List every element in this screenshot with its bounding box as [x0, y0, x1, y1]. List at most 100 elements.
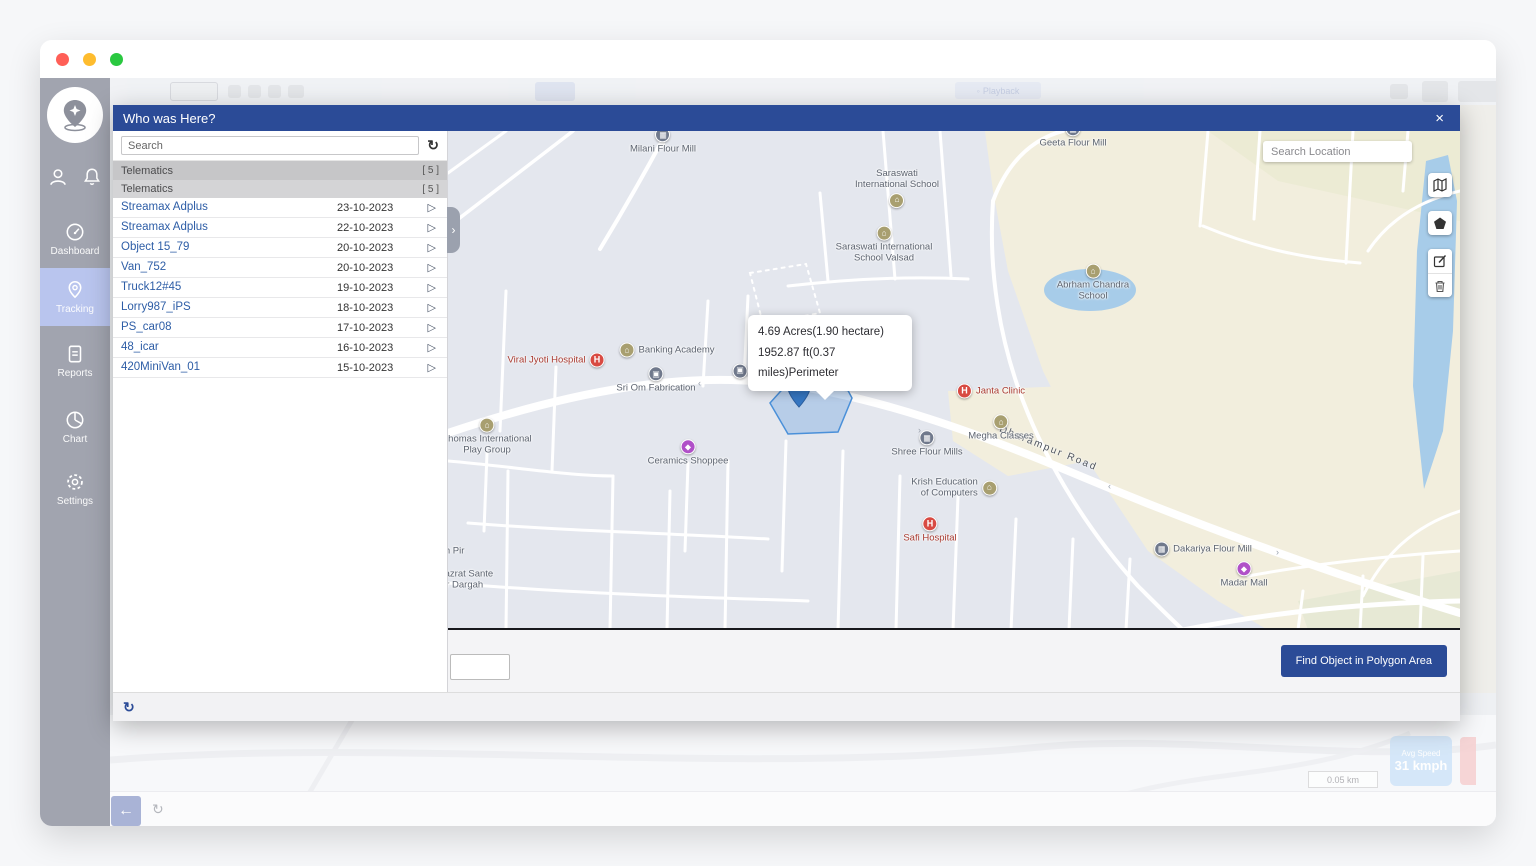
map-tools — [1428, 173, 1452, 297]
school-marker-icon: ⌂ — [480, 418, 495, 433]
gear-icon — [64, 471, 86, 493]
play-icon[interactable]: ▷ — [428, 261, 436, 274]
find-object-button[interactable]: Find Object in Polygon Area — [1281, 645, 1447, 677]
bell-icon[interactable] — [81, 166, 103, 188]
ghost-toolbar-button — [535, 82, 575, 101]
group-header[interactable]: Telematics [ 5 ] — [113, 161, 447, 180]
panel-collapse-handle[interactable]: › — [447, 207, 460, 253]
vehicle-row[interactable]: 420MiniVan_01 15-10-2023 ▷ — [113, 358, 447, 378]
ghost-toolbar-icon — [1458, 81, 1496, 102]
vehicle-date: 19-10-2023 — [337, 282, 393, 294]
tooltip-area-line: 4.69 Acres(1.90 hectare) — [758, 322, 902, 343]
map-layers-button[interactable] — [1428, 173, 1452, 197]
close-icon[interactable]: × — [1429, 111, 1450, 126]
map-search-input[interactable] — [1263, 141, 1412, 162]
sidebar-item-tracking[interactable]: Tracking — [40, 268, 110, 326]
map-poi: ⌂Saraswati International School — [855, 168, 939, 208]
vehicle-row[interactable]: PS_car08 17-10-2023 ▷ — [113, 318, 447, 338]
school-marker-icon: ⌂ — [876, 226, 891, 241]
poi-label: Megha Classes — [968, 430, 1033, 441]
map-poi: ▦Dakariya Flour Mill — [1154, 542, 1252, 557]
map-poi: ⌂Abrham Chandra School — [1057, 264, 1129, 303]
vehicle-row[interactable]: Streamax Adplus 23-10-2023 ▷ — [113, 198, 447, 218]
play-icon[interactable]: ▷ — [428, 301, 436, 314]
vehicle-name: Lorry987_iPS — [121, 301, 191, 313]
poi-label: Thomas International Play Group — [448, 434, 532, 457]
play-icon[interactable]: ▷ — [428, 341, 436, 354]
edit-icon — [1433, 254, 1447, 268]
vehicle-row[interactable]: Van_752 20-10-2023 ▷ — [113, 258, 447, 278]
map-poi: ⌂Thomas International Play Group — [448, 418, 532, 457]
back-button[interactable]: ← — [111, 796, 141, 826]
poi-label: Banking Academy — [638, 344, 714, 355]
map-footer: Find Object in Polygon Area — [448, 630, 1460, 692]
close-window-icon[interactable] — [56, 53, 69, 66]
window-titlebar — [40, 40, 1496, 78]
ghost-toolbar-icon — [248, 85, 261, 98]
poi-label: Ceramics Shoppee — [648, 455, 729, 466]
play-icon[interactable]: ▷ — [428, 201, 436, 214]
modal-footer: ↻ — [113, 692, 1460, 721]
map-canvas[interactable]: ‹›‹› Dharampur Road — [448, 131, 1460, 630]
vehicle-row[interactable]: 48_icar 16-10-2023 ▷ — [113, 338, 447, 358]
play-icon[interactable]: ▷ — [428, 321, 436, 334]
background-refresh-icon: ↻ — [152, 801, 164, 818]
maximize-window-icon[interactable] — [110, 53, 123, 66]
vehicle-row[interactable]: Object 15_79 20-10-2023 ▷ — [113, 238, 447, 258]
poi-label: Dakariya Flour Mill — [1173, 543, 1252, 554]
edit-polygon-button[interactable] — [1428, 249, 1452, 273]
map-poi: ☾Hazrat Sante Pir Dargah — [448, 569, 493, 592]
vehicle-name: 420MiniVan_01 — [121, 361, 200, 373]
vehicle-row[interactable]: Truck12#45 19-10-2023 ▷ — [113, 278, 447, 298]
ghost-toolbar-icon — [1390, 84, 1408, 99]
avg-speed-badge: Avg Speed 31 kmph — [1390, 736, 1452, 786]
poi-label: Milani Flour Mill — [630, 143, 696, 154]
sidebar-item-reports[interactable]: Reports — [40, 334, 110, 388]
window-controls[interactable] — [56, 53, 123, 66]
play-icon[interactable]: ▷ — [428, 221, 436, 234]
poi-label: Sri Om Fabrication — [616, 382, 695, 393]
refresh-icon[interactable]: ↻ — [427, 137, 439, 154]
vehicle-date: 16-10-2023 — [337, 342, 393, 354]
vehicle-date: 18-10-2023 — [337, 302, 393, 314]
poi-label: Shree Flour Mills — [891, 446, 962, 457]
vehicle-panel: ↻ Telematics [ 5 ] Telematics [ 5 ] Stre… — [113, 131, 448, 692]
school-marker-icon: ⌂ — [982, 481, 997, 496]
sidebar-item-settings[interactable]: Settings — [40, 462, 110, 516]
minimize-window-icon[interactable] — [83, 53, 96, 66]
chevron-right-icon: › — [452, 223, 456, 237]
vehicle-row[interactable]: Streamax Adplus 22-10-2023 ▷ — [113, 218, 447, 238]
group-label: Telematics — [121, 183, 173, 195]
sidebar-item-dashboard[interactable]: Dashboard — [40, 212, 110, 266]
map-icon — [1433, 178, 1447, 192]
poi-label: Geeta Flour Mill — [1039, 137, 1106, 148]
vehicle-name: PS_car08 — [121, 321, 172, 333]
delete-polygon-button[interactable] — [1428, 273, 1452, 297]
play-icon[interactable]: ▷ — [428, 281, 436, 294]
play-icon[interactable]: ▷ — [428, 241, 436, 254]
sidebar-item-label: Reports — [57, 368, 92, 379]
sidebar-item-chart[interactable]: Chart — [40, 400, 110, 454]
play-icon[interactable]: ▷ — [428, 361, 436, 374]
vehicle-row[interactable]: Lorry987_iPS 18-10-2023 ▷ — [113, 298, 447, 318]
vehicle-name: 48_icar — [121, 341, 159, 353]
svg-text:›: › — [1276, 547, 1279, 557]
search-row: ↻ — [113, 131, 447, 161]
background-map-edge — [1460, 105, 1496, 693]
svg-text:‹: ‹ — [698, 378, 701, 388]
flour-marker-icon: ▦ — [655, 131, 670, 142]
poi-label: ah Pir — [448, 545, 464, 556]
modal-header: Who was Here? × — [113, 105, 1460, 131]
status-badge-partial — [1460, 737, 1476, 785]
draw-polygon-button[interactable] — [1428, 211, 1452, 235]
user-icon[interactable] — [47, 166, 69, 188]
modal-title: Who was Here? — [123, 111, 215, 126]
vehicle-name: Van_752 — [121, 261, 166, 273]
polygon-coordinates-input[interactable] — [450, 654, 510, 680]
app-area: ◦Playback ← ↻ 0.05 km Avg Speed 31 kmph — [40, 78, 1496, 826]
map-poi: ⌂Megha Classes — [968, 414, 1033, 441]
group-header[interactable]: Telematics [ 5 ] — [113, 180, 447, 198]
group-count: [ 5 ] — [422, 165, 439, 176]
refresh-icon[interactable]: ↻ — [123, 699, 135, 716]
search-input[interactable] — [121, 136, 419, 155]
